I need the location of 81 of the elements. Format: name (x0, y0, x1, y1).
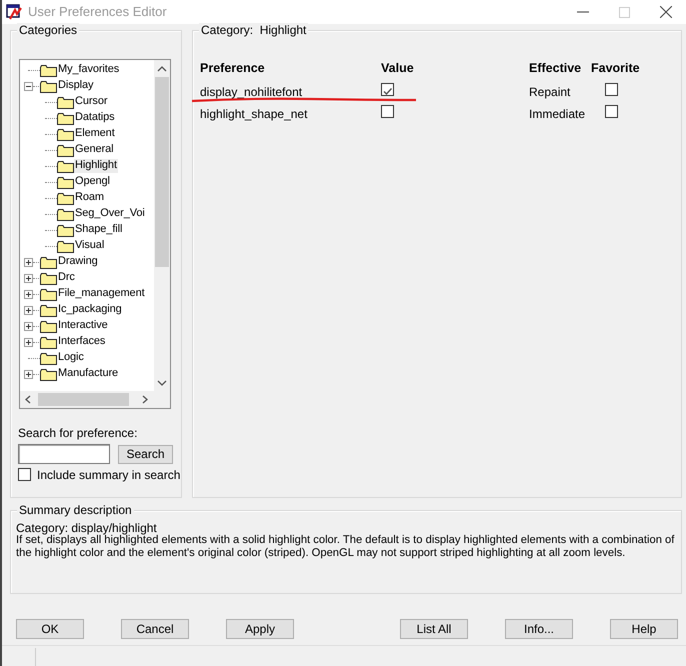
tree-item[interactable]: Roam (74, 191, 105, 205)
folder-icon (40, 64, 57, 76)
folder-icon (40, 368, 57, 380)
effective-value: Immediate (529, 107, 586, 122)
checkbox[interactable] (605, 105, 618, 118)
group-title: Category: Highlight (199, 23, 308, 38)
tree-item[interactable]: My_favorites (57, 63, 120, 77)
tree-item[interactable]: Drawing (57, 255, 99, 269)
column-header: Favorite (591, 61, 640, 76)
summary-text: If set, displays all highlighted elements with a solid highlight color. The default is to display highlighted elements with a combination of the highlight color and the element's original color (striped). OpenGL may not support striped highlighting at all zoom levels. (16, 534, 674, 561)
tree-item[interactable]: Seg_Over_Voi (74, 207, 146, 221)
checkbox[interactable] (381, 83, 394, 96)
tree-item[interactable]: Shape_fill (74, 223, 124, 237)
column-header: Effective (529, 61, 582, 76)
folder-icon (40, 272, 57, 284)
tree-item[interactable]: Highlight (74, 159, 118, 173)
tree-item[interactable]: Manufacture (57, 367, 120, 381)
folder-icon (40, 352, 57, 364)
group-title: Summary description (17, 503, 134, 518)
dialog-button[interactable]: Help (610, 619, 678, 639)
effective-value: Repaint (529, 85, 570, 100)
folder-icon (40, 288, 57, 300)
expand-icon[interactable] (24, 290, 33, 298)
folder-icon (57, 176, 74, 188)
search-button[interactable]: Search (118, 445, 173, 464)
column-header: Preference (200, 61, 265, 76)
folder-icon (57, 112, 74, 124)
folder-icon (57, 208, 74, 220)
preference-name[interactable]: display_nohilitefont (200, 85, 302, 100)
dialog-button[interactable]: Info... (505, 619, 573, 639)
tree-item[interactable]: Logic (57, 351, 85, 365)
expand-icon[interactable] (24, 274, 33, 282)
checkbox[interactable] (605, 83, 618, 96)
checkbox-label: Include summary in search (37, 468, 180, 482)
tree-item[interactable]: General (74, 143, 114, 157)
search-field[interactable] (18, 444, 110, 464)
tree-item[interactable]: Drc (57, 271, 76, 285)
expand-icon[interactable] (24, 258, 33, 266)
close-icon[interactable] (660, 6, 672, 18)
checkbox[interactable] (381, 105, 394, 118)
expand-icon[interactable] (24, 306, 33, 314)
dialog-button[interactable]: OK (16, 619, 84, 639)
dialog-button[interactable]: List All (400, 619, 468, 639)
group-title: Categories (17, 23, 80, 38)
folder-icon (40, 320, 57, 332)
folder-icon (40, 80, 57, 92)
tree-item[interactable]: Element (74, 127, 116, 141)
folder-icon (57, 128, 74, 140)
folder-icon (40, 304, 57, 316)
checkbox[interactable] (18, 468, 31, 481)
collapse-icon[interactable] (24, 82, 33, 90)
folder-icon (57, 96, 74, 108)
tree-item[interactable]: Interactive (57, 319, 109, 333)
tree-item[interactable]: Display (57, 79, 94, 93)
tree-item[interactable]: Visual (74, 239, 106, 253)
tree-item[interactable]: Opengl (74, 175, 111, 189)
tree-item[interactable]: Cursor (74, 95, 108, 109)
summary-category: Category: display/highlight (16, 521, 157, 535)
preference-name[interactable]: highlight_shape_net (200, 107, 308, 122)
expand-icon[interactable] (24, 322, 33, 330)
tree-item[interactable]: File_management (57, 287, 146, 301)
tree-item[interactable]: Ic_packaging (57, 303, 123, 317)
expand-icon[interactable] (24, 370, 33, 378)
folder-icon (57, 144, 74, 156)
folder-icon (40, 336, 57, 348)
window-title: User Preferences Editor (28, 4, 167, 20)
app-icon (6, 4, 22, 20)
column-header: Value (381, 61, 414, 76)
minimize-icon[interactable] (577, 11, 589, 13)
folder-icon (57, 224, 74, 236)
folder-icon (57, 160, 74, 172)
dialog-button[interactable]: Apply (226, 619, 294, 639)
search-label: Search for preference: (18, 426, 138, 440)
expand-icon[interactable] (24, 338, 33, 346)
folder-icon (57, 240, 74, 252)
check-icon (382, 86, 393, 98)
tree-item[interactable]: Datatips (74, 111, 116, 125)
tree-item[interactable]: Interfaces (57, 335, 106, 349)
folder-icon (57, 192, 74, 204)
folder-icon (40, 256, 57, 268)
dialog-button[interactable]: Cancel (121, 619, 189, 639)
